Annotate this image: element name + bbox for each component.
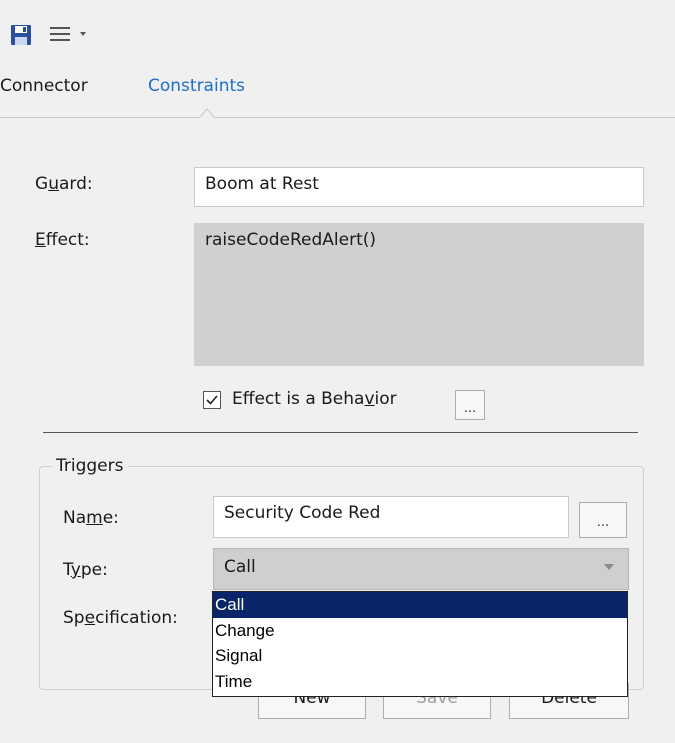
dropdown-arrow-icon[interactable]: [78, 30, 88, 38]
dropdown-option-signal[interactable]: Signal: [213, 643, 627, 669]
dropdown-option-call[interactable]: Call: [213, 592, 627, 618]
dropdown-option-time[interactable]: Time: [213, 669, 627, 695]
guard-field[interactable]: Boom at Rest: [194, 167, 644, 207]
trigger-type-select[interactable]: Call: [213, 548, 629, 590]
separator: [43, 432, 638, 433]
save-icon[interactable]: [10, 24, 32, 46]
chevron-down-icon[interactable]: [604, 564, 614, 570]
dropdown-option-change[interactable]: Change: [213, 618, 627, 644]
trigger-name-ellipsis-button[interactable]: ...: [579, 502, 627, 538]
tab-divider: [0, 117, 675, 118]
trigger-name-label: Name:: [63, 508, 119, 528]
effect-field[interactable]: raiseCodeRedAlert(): [194, 223, 644, 366]
trigger-specification-label: Specification:: [63, 608, 178, 628]
tab-constraints[interactable]: Constraints: [148, 76, 245, 96]
triggers-group-title: Triggers: [52, 456, 128, 476]
effect-label: Effect:: [35, 230, 90, 250]
check-icon: [206, 395, 218, 405]
guard-label: Guard:: [35, 174, 93, 194]
tab-connector[interactable]: Connector: [0, 76, 88, 96]
trigger-name-field[interactable]: Security Code Red: [213, 496, 569, 538]
menu-icon[interactable]: [50, 26, 72, 42]
effect-ellipsis-button[interactable]: ...: [455, 390, 485, 420]
trigger-type-dropdown-list: Call Change Signal Time: [212, 591, 628, 697]
active-tab-indicator: [200, 108, 214, 121]
trigger-type-label: Type:: [63, 560, 108, 580]
effect-behavior-label[interactable]: Effect is a Behavior: [232, 389, 397, 409]
effect-behavior-checkbox[interactable]: [203, 391, 221, 409]
